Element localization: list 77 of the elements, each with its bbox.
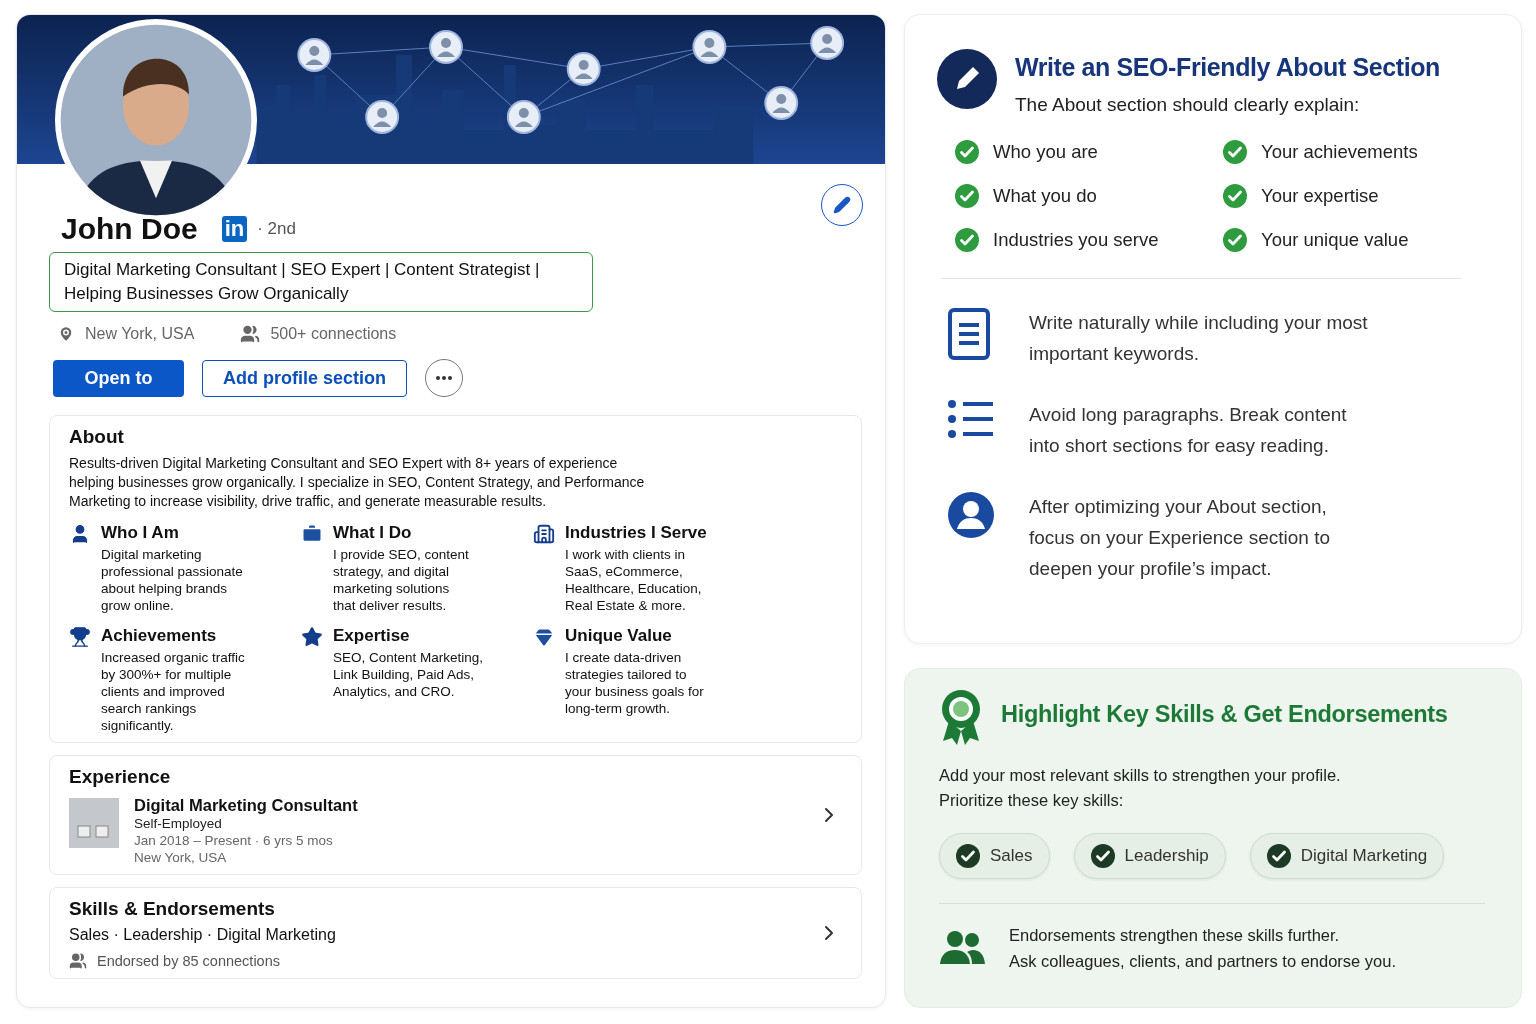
connections-count: 500+ connections (270, 325, 397, 343)
trophy-icon (69, 626, 91, 648)
edit-button[interactable] (821, 184, 863, 226)
company-name: Self-Employed (134, 815, 223, 832)
checklist-item: Your expertise (1261, 185, 1379, 207)
skill-pill: Sales (939, 833, 1050, 879)
profile-name: John Doe (61, 212, 198, 246)
user-icon (947, 491, 995, 539)
section-title: About (69, 426, 125, 448)
pencil-icon (833, 196, 851, 214)
document-icon (947, 307, 991, 361)
people-icon (69, 952, 87, 970)
skill-pill: Digital Marketing (1249, 833, 1445, 879)
add-section-button[interactable]: Add profile section (202, 359, 407, 397)
tip-text: After optimizing your About section, focus on your Experience section to deepen your profile’s impact. (1029, 495, 1331, 581)
panel-title: Highlight Key Skills & Get Endorsements (1001, 701, 1448, 728)
check-icon (1266, 844, 1291, 868)
feature-title: Achievements (101, 626, 218, 646)
check-icon (1090, 844, 1115, 868)
feature-text: SEO, Content Marketing, Link Building, Paid Ads, Analytics, and CRO. (333, 649, 485, 700)
connection-degree: · 2nd (257, 219, 296, 239)
more-button[interactable] (425, 359, 463, 397)
checklist-item: Who you are (993, 141, 1098, 163)
about-summary: Results-driven Digital Marketing Consultant and SEO Expert with 8+ years of experience helping businesses grow organically. I specialize in SEO, Content Strategy, and Performance Marketing to increase visibility, drive traffic, and generate measurable results. (69, 454, 646, 511)
check-icon (1223, 228, 1247, 252)
star-icon (301, 626, 323, 648)
profile-headline: Digital Marketing Consultant | SEO Expert | Content Strategist | Helping Businesses Grow Organically (49, 252, 593, 312)
checklist-item: Industries you serve (993, 229, 1159, 251)
gem-icon (533, 626, 555, 648)
checklist-item: Your unique value (1261, 229, 1409, 251)
job-dates: Jan 2018 – Present · 6 yrs 5 mos (134, 832, 334, 849)
check-icon (955, 228, 979, 252)
linkedin-logo: in (221, 216, 248, 242)
endorsement-text: Endorsements strengthen these skills further. Ask colleagues, clients, and partners to endorse you. (1009, 925, 1397, 972)
experience-card[interactable]: Experience Digital Marketing Consultant Self-Employed Jan 2018 – Present · 6 yrs 5 mos New York, USA (49, 755, 862, 875)
open-to-button[interactable]: Open to (53, 359, 184, 397)
award-ribbon-icon (939, 689, 983, 745)
feature-text: I work with clients in SaaS, eCommerce, Healthcare, Education, Real Estate & more. (565, 546, 703, 614)
list-icon (947, 399, 995, 439)
feature-text: Digital marketing professional passionate about helping brands grow online. (101, 546, 244, 614)
check-icon (955, 140, 979, 164)
skill-pill: Leadership (1073, 833, 1226, 879)
people-icon (939, 930, 985, 966)
panel-subtitle: The About section should clearly explain: (1015, 94, 1361, 116)
checklist-item: Your achievements (1261, 141, 1418, 163)
feature-title: Expertise (333, 626, 411, 646)
skills-list: Sales · Leadership · Digital Marketing (69, 926, 336, 944)
feature-title: Who I Am (101, 523, 180, 543)
company-logo (69, 798, 119, 848)
tip-text: Write naturally while including your most important keywords. (1029, 311, 1369, 366)
section-title: Experience (69, 766, 172, 788)
check-icon (956, 844, 980, 868)
panel-title: Write an SEO-Friendly About Section (1015, 53, 1440, 82)
section-title: Skills & Endorsements (69, 898, 276, 920)
building-icon (533, 523, 555, 545)
briefcase-icon (301, 523, 323, 545)
tip-text: Avoid long paragraphs. Break content into short sections for easy reading. (1029, 403, 1348, 458)
location-pin-icon (57, 325, 75, 343)
feature-text: Increased organic traffic by 300%+ for multiple clients and improved search rankings significantly. (101, 649, 246, 734)
panel-intro: Add your most relevant skills to strengthen your profile. Prioritize these key skills: (939, 765, 1342, 811)
endorsement-count: Endorsed by 85 connections (97, 953, 280, 969)
location-text: New York, USA (85, 325, 195, 343)
feature-text: I create data-driven strategies tailored to your business goals for long-term growth. (565, 649, 705, 717)
feature-title: Industries I Serve (565, 523, 708, 543)
job-location: New York, USA (134, 849, 228, 866)
pencil-icon (937, 49, 997, 109)
people-icon (240, 324, 261, 344)
checklist-item: What you do (993, 185, 1097, 207)
check-icon (955, 184, 979, 208)
job-title: Digital Marketing Consultant (134, 796, 358, 815)
feature-title: What I Do (333, 523, 413, 543)
more-icon (436, 376, 452, 380)
check-icon (1223, 140, 1247, 164)
feature-title: Unique Value (565, 626, 673, 646)
feature-text: I provide SEO, content strategy, and digital marketing solutions that deliver results. (333, 546, 470, 614)
check-icon (1223, 184, 1247, 208)
skills-card[interactable]: Skills & Endorsements Sales · Leadership · Digital Marketing Endorsed by 85 connections (49, 887, 862, 979)
